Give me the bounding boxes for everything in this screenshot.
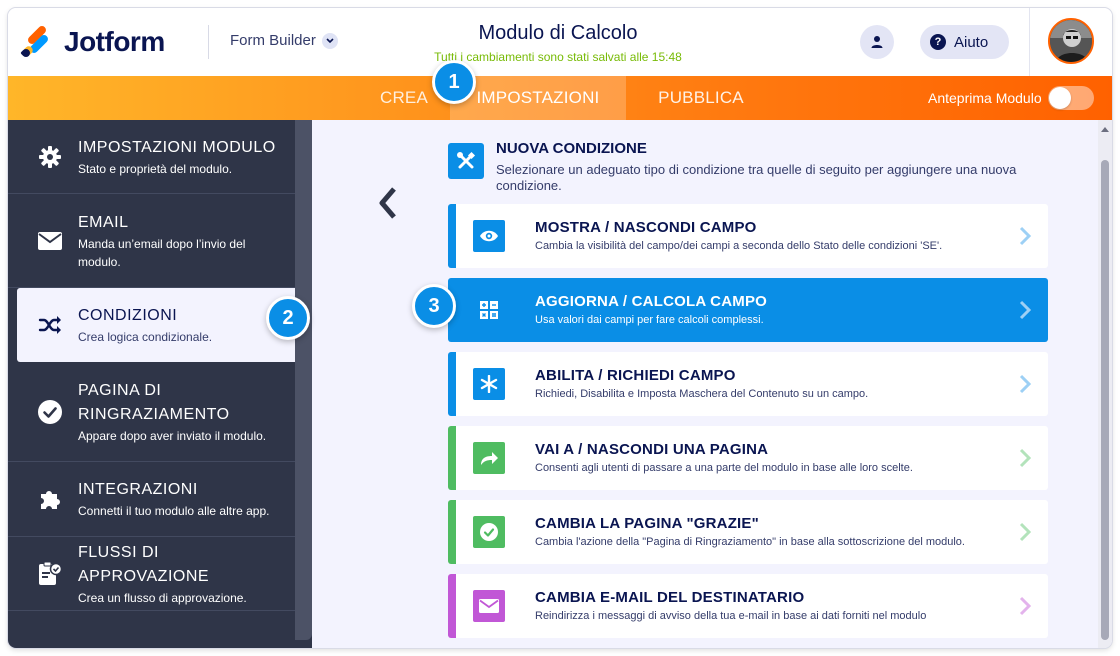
puzzle-icon xyxy=(38,487,62,511)
condition-card-desc: Reindirizza i messaggi di avviso della t… xyxy=(535,610,927,622)
condition-card-show-hide[interactable]: MOSTRA / NASCONDI CAMPO Cambia la visibi… xyxy=(448,204,1048,268)
chevron-down-icon xyxy=(321,32,338,49)
scrollbar-thumb[interactable] xyxy=(1101,160,1109,640)
condition-card-desc: Richiedi, Disabilita e Imposta Maschera … xyxy=(535,388,869,400)
step-badge-1: 1 xyxy=(432,60,476,104)
condition-card-title: MOSTRA / NASCONDI CAMPO xyxy=(535,219,757,236)
sidebar-item-email[interactable]: EMAIL Manda un’email dopo l’invio del mo… xyxy=(8,194,295,288)
condition-card-change-recipient[interactable]: CAMBIA E-MAIL DEL DESTINATARIO Reindiriz… xyxy=(448,574,1048,638)
new-condition-desc: Selezionare un adeguato tipo di condizio… xyxy=(496,162,1017,193)
sidebar-item-title: INTEGRAZIONI xyxy=(78,481,198,498)
sidebar-item-title: FLUSSI DI APPROVAZIONE xyxy=(78,543,210,585)
approval-icon xyxy=(38,561,62,586)
sidebar-item-title: IMPOSTAZIONI MODULO xyxy=(78,138,276,156)
condition-card-title: CAMBIA E-MAIL DEL DESTINATARIO xyxy=(535,589,805,606)
form-builder-label: Form Builder xyxy=(230,32,316,49)
condition-card-title: CAMBIA LA PAGINA "GRAZIE" xyxy=(535,515,759,532)
asterisk-icon xyxy=(473,368,505,400)
tab-impostazioni[interactable]: IMPOSTAZIONI xyxy=(450,76,626,120)
app-window: Jotform Form Builder Modulo di Calcolo T… xyxy=(8,8,1112,648)
sidebar-item-desc: Appare dopo aver inviato il modulo. xyxy=(78,428,267,443)
shuffle-icon xyxy=(38,313,62,337)
main-scrollbar[interactable] xyxy=(1098,120,1112,648)
back-chevron-icon[interactable] xyxy=(376,186,400,220)
condition-card-desc: Cambia la visibilità del campo/dei campi… xyxy=(535,240,943,252)
jotform-logo[interactable]: Jotform xyxy=(20,24,165,59)
form-title[interactable]: Modulo di Calcolo xyxy=(408,22,708,45)
condition-card-title: AGGIORNA / CALCOLA CAMPO xyxy=(535,293,768,310)
chevron-right-icon xyxy=(1019,522,1032,542)
check-circle-icon xyxy=(38,399,62,424)
chevron-right-icon xyxy=(1019,448,1032,468)
preview-label: Anteprima Modulo xyxy=(928,90,1042,106)
condition-type-list: MOSTRA / NASCONDI CAMPO Cambia la visibi… xyxy=(448,204,1048,648)
top-bar: Jotform Form Builder Modulo di Calcolo T… xyxy=(8,8,1112,76)
conditions-panel: NUOVA CONDIZIONE Selezionare un adeguato… xyxy=(312,120,1112,648)
chevron-right-icon xyxy=(1019,596,1032,616)
settings-sidebar: IMPOSTAZIONI MODULO Stato e proprietà de… xyxy=(8,120,312,648)
sidebar-item-impostazioni-modulo[interactable]: IMPOSTAZIONI MODULO Stato e proprietà de… xyxy=(8,120,295,194)
sidebar-item-flussi-di-approvazione[interactable]: FLUSSI DI APPROVAZIONE Crea un flusso di… xyxy=(8,537,295,611)
sidebar-item-condizioni[interactable]: CONDIZIONI Crea logica condizionale. xyxy=(17,288,295,362)
chevron-right-icon xyxy=(1019,374,1032,394)
check-circle-icon xyxy=(473,516,505,548)
chevron-right-icon xyxy=(1019,226,1032,246)
help-label: Aiuto xyxy=(954,33,989,51)
sidebar-item-title: EMAIL xyxy=(78,213,129,231)
condition-card-desc: Consenti agli utenti di passare a una pa… xyxy=(535,462,913,474)
sidebar-item-desc: Stato e proprietà del modulo. xyxy=(78,161,233,176)
save-status: Tutti i cambiamenti sono stati salvati a… xyxy=(434,50,682,64)
sidebar-item-desc: Crea logica condizionale. xyxy=(78,330,213,344)
condition-card-title: ABILITA / RICHIEDI CAMPO xyxy=(535,367,736,384)
sidebar-scrollbar[interactable] xyxy=(295,120,312,640)
preview-control: Anteprima Modulo xyxy=(928,76,1094,120)
question-icon: ? xyxy=(930,34,946,50)
sidebar-item-title: PAGINA DI RINGRAZIAMENTO xyxy=(78,381,230,423)
envelope-icon xyxy=(38,229,62,253)
preview-toggle[interactable] xyxy=(1047,86,1094,110)
sidebar-item-title: CONDIZIONI xyxy=(78,307,178,324)
condition-card-enable-require[interactable]: ABILITA / RICHIEDI CAMPO Richiedi, Disab… xyxy=(448,352,1048,416)
gear-icon xyxy=(38,145,62,169)
chevron-right-icon xyxy=(1019,300,1032,320)
sidebar-item-desc: Crea un flusso di approvazione. xyxy=(78,590,247,605)
calculator-icon xyxy=(473,294,505,326)
step-badge-2: 2 xyxy=(266,296,310,340)
new-condition-title: NUOVA CONDIZIONE xyxy=(496,140,647,157)
divider xyxy=(208,25,209,59)
scroll-up-icon[interactable] xyxy=(1101,126,1109,134)
envelope-icon xyxy=(473,590,505,622)
sidebar-item-pagina-di-ringraziamento[interactable]: PAGINA DI RINGRAZIAMENTO Appare dopo ave… xyxy=(8,362,295,462)
sidebar-item-integrazioni[interactable]: INTEGRAZIONI Connetti il tuo modulo alle… xyxy=(8,462,295,537)
sidebar-item-desc: Manda un’email dopo l’invio del modulo. xyxy=(78,236,246,269)
share-arrow-icon xyxy=(473,442,505,474)
user-icon xyxy=(871,36,883,48)
avatar[interactable] xyxy=(1048,18,1094,64)
main-nav: CREA IMPOSTAZIONI PUBBLICA Anteprima Mod… xyxy=(8,76,1112,120)
condition-card-desc: Usa valori dai campi per fare calcoli co… xyxy=(535,314,764,326)
user-button[interactable] xyxy=(860,25,894,59)
help-button[interactable]: ? Aiuto xyxy=(920,25,1009,59)
condition-card-skip-hide-page[interactable]: VAI A / NASCONDI UNA PAGINA Consenti agl… xyxy=(448,426,1048,490)
sidebar-item-desc: Connetti il tuo modulo alle altre app. xyxy=(78,504,270,518)
eye-icon xyxy=(473,220,505,252)
condition-card-update-calculate[interactable]: AGGIORNA / CALCOLA CAMPO Usa valori dai … xyxy=(448,278,1048,342)
condition-card-title: VAI A / NASCONDI UNA PAGINA xyxy=(535,441,769,458)
logo-text: Jotform xyxy=(64,26,165,57)
step-badge-3: 3 xyxy=(412,284,456,328)
tab-pubblica[interactable]: PUBBLICA xyxy=(626,76,776,120)
tools-icon xyxy=(448,143,484,179)
jotform-logo-mark-icon xyxy=(20,24,52,59)
condition-card-change-thank-you[interactable]: CAMBIA LA PAGINA "GRAZIE" Cambia l'azion… xyxy=(448,500,1048,564)
divider xyxy=(1029,8,1030,76)
condition-card-desc: Cambia l'azione della "Pagina di Ringraz… xyxy=(535,536,965,548)
form-builder-dropdown[interactable]: Form Builder xyxy=(230,32,338,49)
